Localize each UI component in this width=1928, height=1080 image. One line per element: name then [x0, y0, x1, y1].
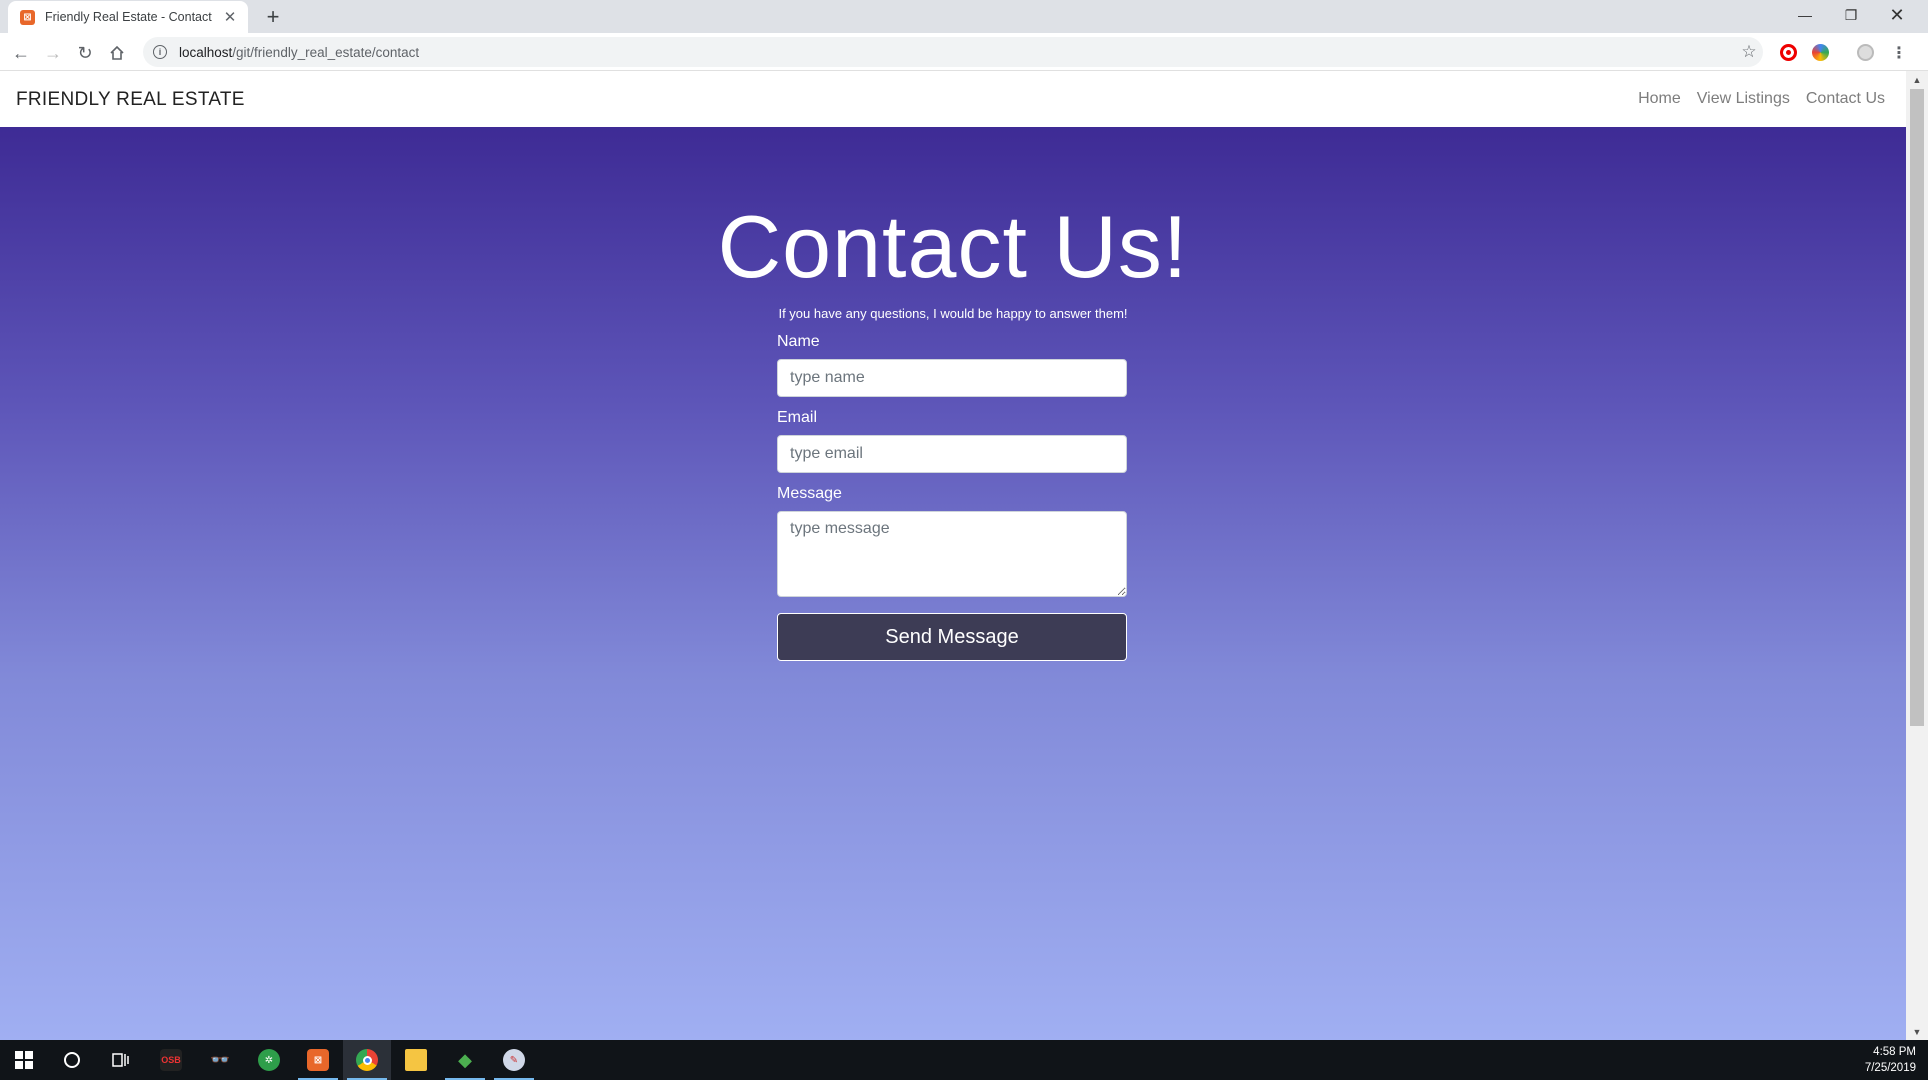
system-clock[interactable]: 4:58 PM 7/25/2019: [1865, 1044, 1916, 1076]
opera-extension-icon[interactable]: [1780, 44, 1797, 61]
menu-kebab-icon[interactable]: ⋮: [1886, 40, 1912, 66]
name-label: Name: [777, 333, 820, 350]
url-text: localhost/git/friendly_real_estate/conta…: [179, 44, 420, 60]
vr-headset-app-icon[interactable]: 👓: [196, 1040, 244, 1080]
site-info-icon[interactable]: i: [153, 45, 167, 59]
scroll-down-arrow-icon[interactable]: ▼: [1906, 1023, 1928, 1040]
scroll-thumb[interactable]: [1910, 89, 1924, 726]
xampp-app-icon[interactable]: ⊠: [294, 1040, 342, 1080]
forward-icon[interactable]: →: [40, 40, 66, 66]
green-app-icon[interactable]: ✲: [245, 1040, 293, 1080]
tab-title: Friendly Real Estate - Contact: [45, 10, 212, 24]
browser-toolbar: ← → ↻ i localhost/git/friendly_real_esta…: [0, 33, 1928, 71]
send-message-button[interactable]: Send Message: [777, 613, 1127, 661]
reload-icon[interactable]: ↻: [72, 40, 98, 66]
message-textarea[interactable]: [777, 511, 1127, 597]
windows-taskbar: OSB 👓 ✲ ⊠ ◆ ✎ 4:58 PM 7/25/2019: [0, 1040, 1928, 1080]
contact-hero: Contact Us! If you have any questions, I…: [0, 127, 1906, 1040]
email-input[interactable]: [777, 435, 1127, 473]
scroll-up-arrow-icon[interactable]: ▲: [1906, 71, 1928, 88]
gitkraken-app-icon[interactable]: ◆: [441, 1040, 489, 1080]
color-extension-icon[interactable]: [1812, 44, 1829, 61]
page-subtitle: If you have any questions, I would be ha…: [778, 306, 1128, 321]
minimize-icon[interactable]: —: [1782, 0, 1828, 30]
contact-form: Name Email Message Send Message: [777, 333, 1127, 661]
nav-links: Home View Listings Contact Us: [1638, 90, 1885, 108]
clock-date: 7/25/2019: [1864, 1062, 1916, 1074]
new-tab-icon[interactable]: +: [260, 4, 286, 30]
email-label: Email: [777, 409, 818, 426]
tab-close-icon[interactable]: ✕: [222, 8, 238, 26]
start-windows-icon[interactable]: [0, 1040, 48, 1080]
chrome-app-icon[interactable]: [343, 1040, 391, 1080]
clock-time: 4:58 PM: [1873, 1046, 1916, 1058]
xampp-favicon-icon: ⊠: [20, 9, 35, 25]
nav-link-view-listings[interactable]: View Listings: [1697, 90, 1790, 108]
browser-tab-strip: ⊠ Friendly Real Estate - Contact ✕ + — ❐…: [0, 0, 1928, 33]
page-scrollbar[interactable]: ▲ ▼: [1906, 71, 1928, 1040]
restore-icon[interactable]: ❐: [1828, 0, 1874, 30]
back-icon[interactable]: ←: [8, 40, 34, 66]
name-input[interactable]: [777, 359, 1127, 397]
task-view-icon[interactable]: [96, 1040, 144, 1080]
obs-app-icon[interactable]: OSB: [147, 1040, 195, 1080]
browser-tab[interactable]: ⊠ Friendly Real Estate - Contact ✕: [8, 1, 248, 33]
site-navbar: FRIENDLY REAL ESTATE Home View Listings …: [0, 71, 1906, 127]
paint-app-icon[interactable]: ✎: [490, 1040, 538, 1080]
nav-link-contact-us[interactable]: Contact Us: [1806, 90, 1885, 108]
search-circle-icon[interactable]: [48, 1040, 96, 1080]
nav-link-home[interactable]: Home: [1638, 90, 1681, 108]
home-icon[interactable]: [104, 40, 130, 66]
bookmark-star-icon[interactable]: ☆: [1736, 39, 1762, 65]
profile-avatar-icon[interactable]: [1857, 44, 1874, 61]
address-bar[interactable]: i localhost/git/friendly_real_estate/con…: [143, 37, 1763, 67]
page-title: Contact Us!: [717, 197, 1189, 296]
file-explorer-icon[interactable]: [392, 1040, 440, 1080]
brand-logo-text[interactable]: FRIENDLY REAL ESTATE: [16, 89, 245, 111]
message-label: Message: [777, 485, 842, 502]
close-window-icon[interactable]: ✕: [1874, 0, 1920, 30]
